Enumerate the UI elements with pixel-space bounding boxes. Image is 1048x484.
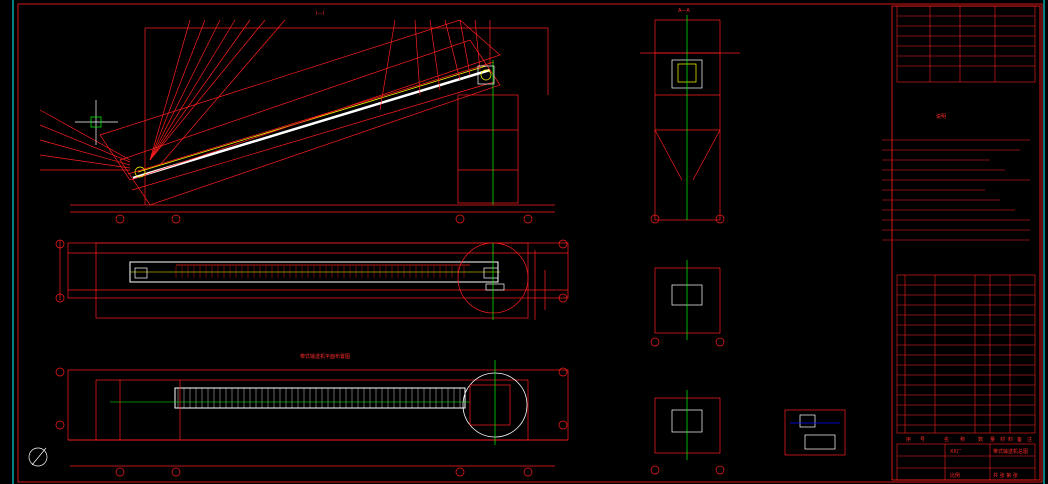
top-section-label: I—I (316, 11, 324, 17)
section-a-a-view (640, 15, 740, 224)
detail-views (650, 260, 846, 475)
parts-header-7: 料 (1008, 436, 1013, 443)
notes-title: 说明 (936, 113, 946, 120)
plan-view-title: 带式输送机平面布置图 (300, 353, 350, 360)
spec-table (896, 5, 1036, 83)
parts-header-3: 称 (960, 436, 965, 443)
title-sheet: 共 张 第 张 (993, 472, 1018, 479)
idler-pattern-lower (177, 388, 461, 408)
parts-header-0: 序 (906, 436, 911, 443)
drawing-border (12, 0, 1045, 484)
plan-view-upper (55, 239, 569, 320)
parts-header-8: 备 (1017, 436, 1022, 443)
parts-header-2: 名 (944, 436, 949, 443)
parts-header-row: 序 号 名 称 数 量 材 料 备 注 (906, 436, 1032, 443)
title-company: XX厂 (950, 449, 962, 455)
notes-block (882, 139, 1030, 241)
cad-drawing-canvas: I—I 带式输送机平面布置图 A—A 说明 序 号 名 称 数 量 材 料 备 … (12, 0, 1045, 484)
elevation-view (39, 19, 555, 224)
section-a-a-label: A—A (678, 8, 690, 14)
parts-list (896, 274, 1036, 434)
plan-view-lower (28, 360, 569, 477)
parts-header-6: 材 (1000, 436, 1005, 443)
title-scale: 比例 (950, 472, 960, 479)
parts-header-4: 数 (978, 436, 983, 443)
title-drawing-name: 带式输送机总图 (993, 448, 1028, 455)
parts-header-1: 号 (920, 437, 925, 443)
parts-header-5: 量 (990, 436, 995, 443)
parts-header-9: 注 (1027, 436, 1032, 443)
